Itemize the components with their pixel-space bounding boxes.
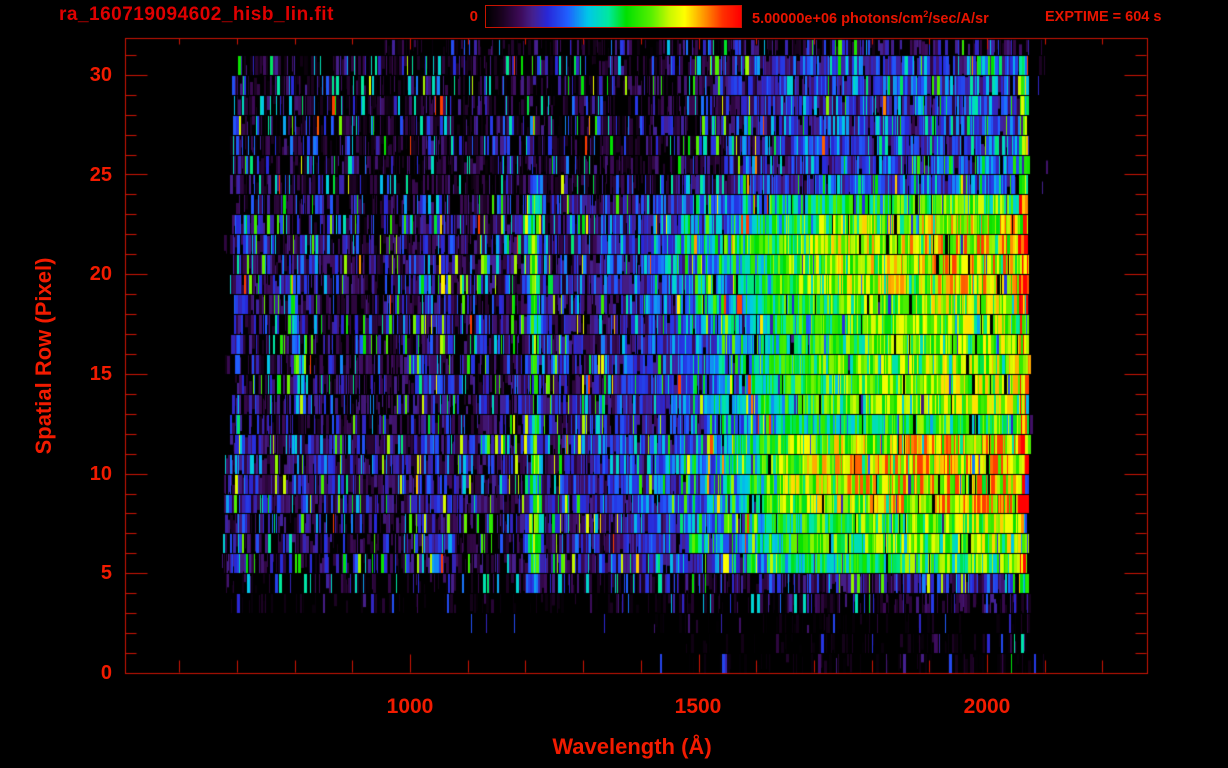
colorbar: [485, 5, 742, 28]
y-tick-label-30: 30: [89, 64, 112, 86]
x-tick-label-1000: 1000: [386, 695, 434, 718]
y-tick-label-25: 25: [89, 164, 112, 186]
y-tick-label-10: 10: [89, 463, 112, 485]
x-tick-label-2000: 2000: [963, 695, 1011, 718]
x-axis-title: Wavelength (Å): [552, 734, 712, 759]
y-axis-title: Spatial Row (Pixel): [31, 257, 56, 455]
colorbar-max-value: 5.00000e+06 photons/cm: [752, 10, 924, 27]
exptime-label: EXPTIME = 604 s: [1045, 9, 1162, 25]
colorbar-min-label: 0: [469, 8, 478, 25]
colorbar-max-label: 5.00000e+06 photons/cm2/sec/A/sr: [752, 9, 989, 27]
filename-title: ra_160719094602_hisb_lin.fit: [59, 4, 334, 25]
colorbar-units-suffix: /sec/A/sr: [928, 10, 989, 27]
spectral-image-viewer: ra_160719094602_hisb_lin.fit 0 5.00000e+…: [0, 0, 1228, 768]
y-tick-label-5: 5: [100, 562, 112, 584]
y-tick-label-0: 0: [100, 662, 112, 684]
spectrogram-heatmap: [0, 0, 1228, 768]
x-tick-label-1500: 1500: [674, 695, 722, 718]
